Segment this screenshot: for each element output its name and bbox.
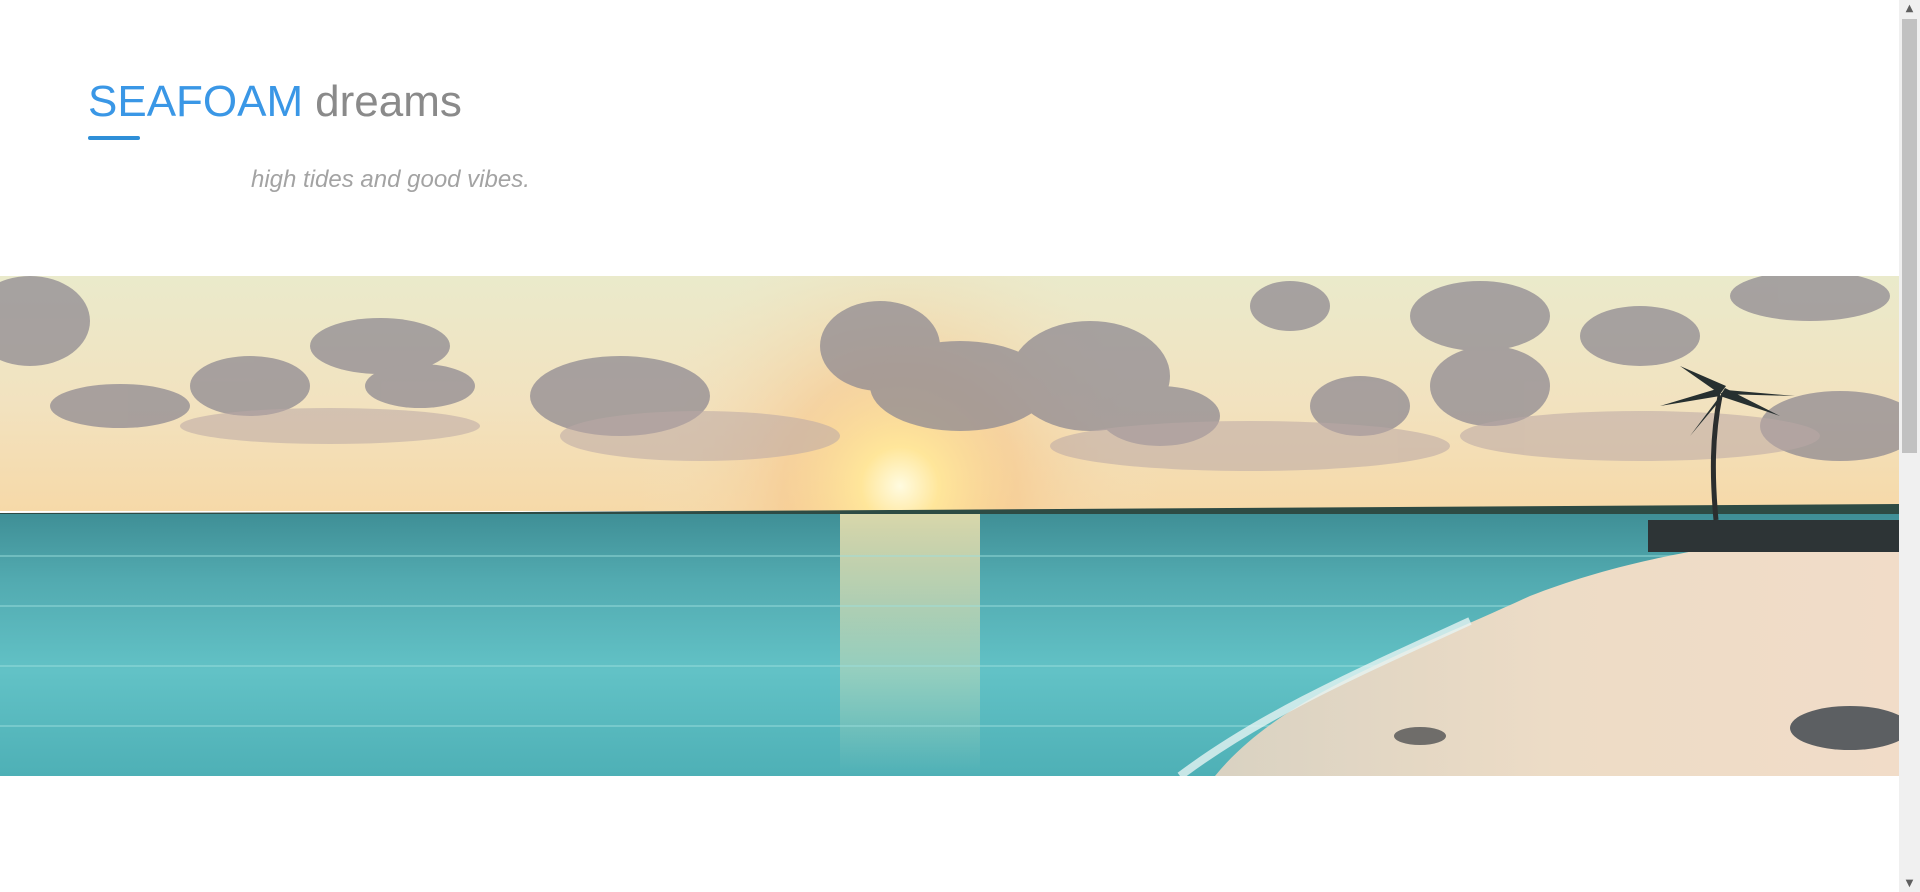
scrollbar-thumb[interactable] [1902,19,1917,453]
beach-sunset-hero-image [0,276,1899,776]
site-tagline: high tides and good vibes. [251,166,530,193]
site-header: SEAFOAM dreams [88,74,462,140]
brand-primary-text: SEAFOAM [88,77,304,126]
page-scrollbar[interactable]: ▲ ▼ [1899,0,1920,892]
site-logo-link[interactable]: SEAFOAM dreams [88,74,462,130]
chevron-up-icon[interactable]: ▲ [1899,0,1920,17]
brand-underline [88,136,140,140]
brand-secondary-text: dreams [315,77,462,126]
hero-banner [0,276,1899,776]
page: SEAFOAM dreams high tides and good vibes. [0,0,1920,892]
chevron-down-icon[interactable]: ▼ [1899,875,1920,892]
